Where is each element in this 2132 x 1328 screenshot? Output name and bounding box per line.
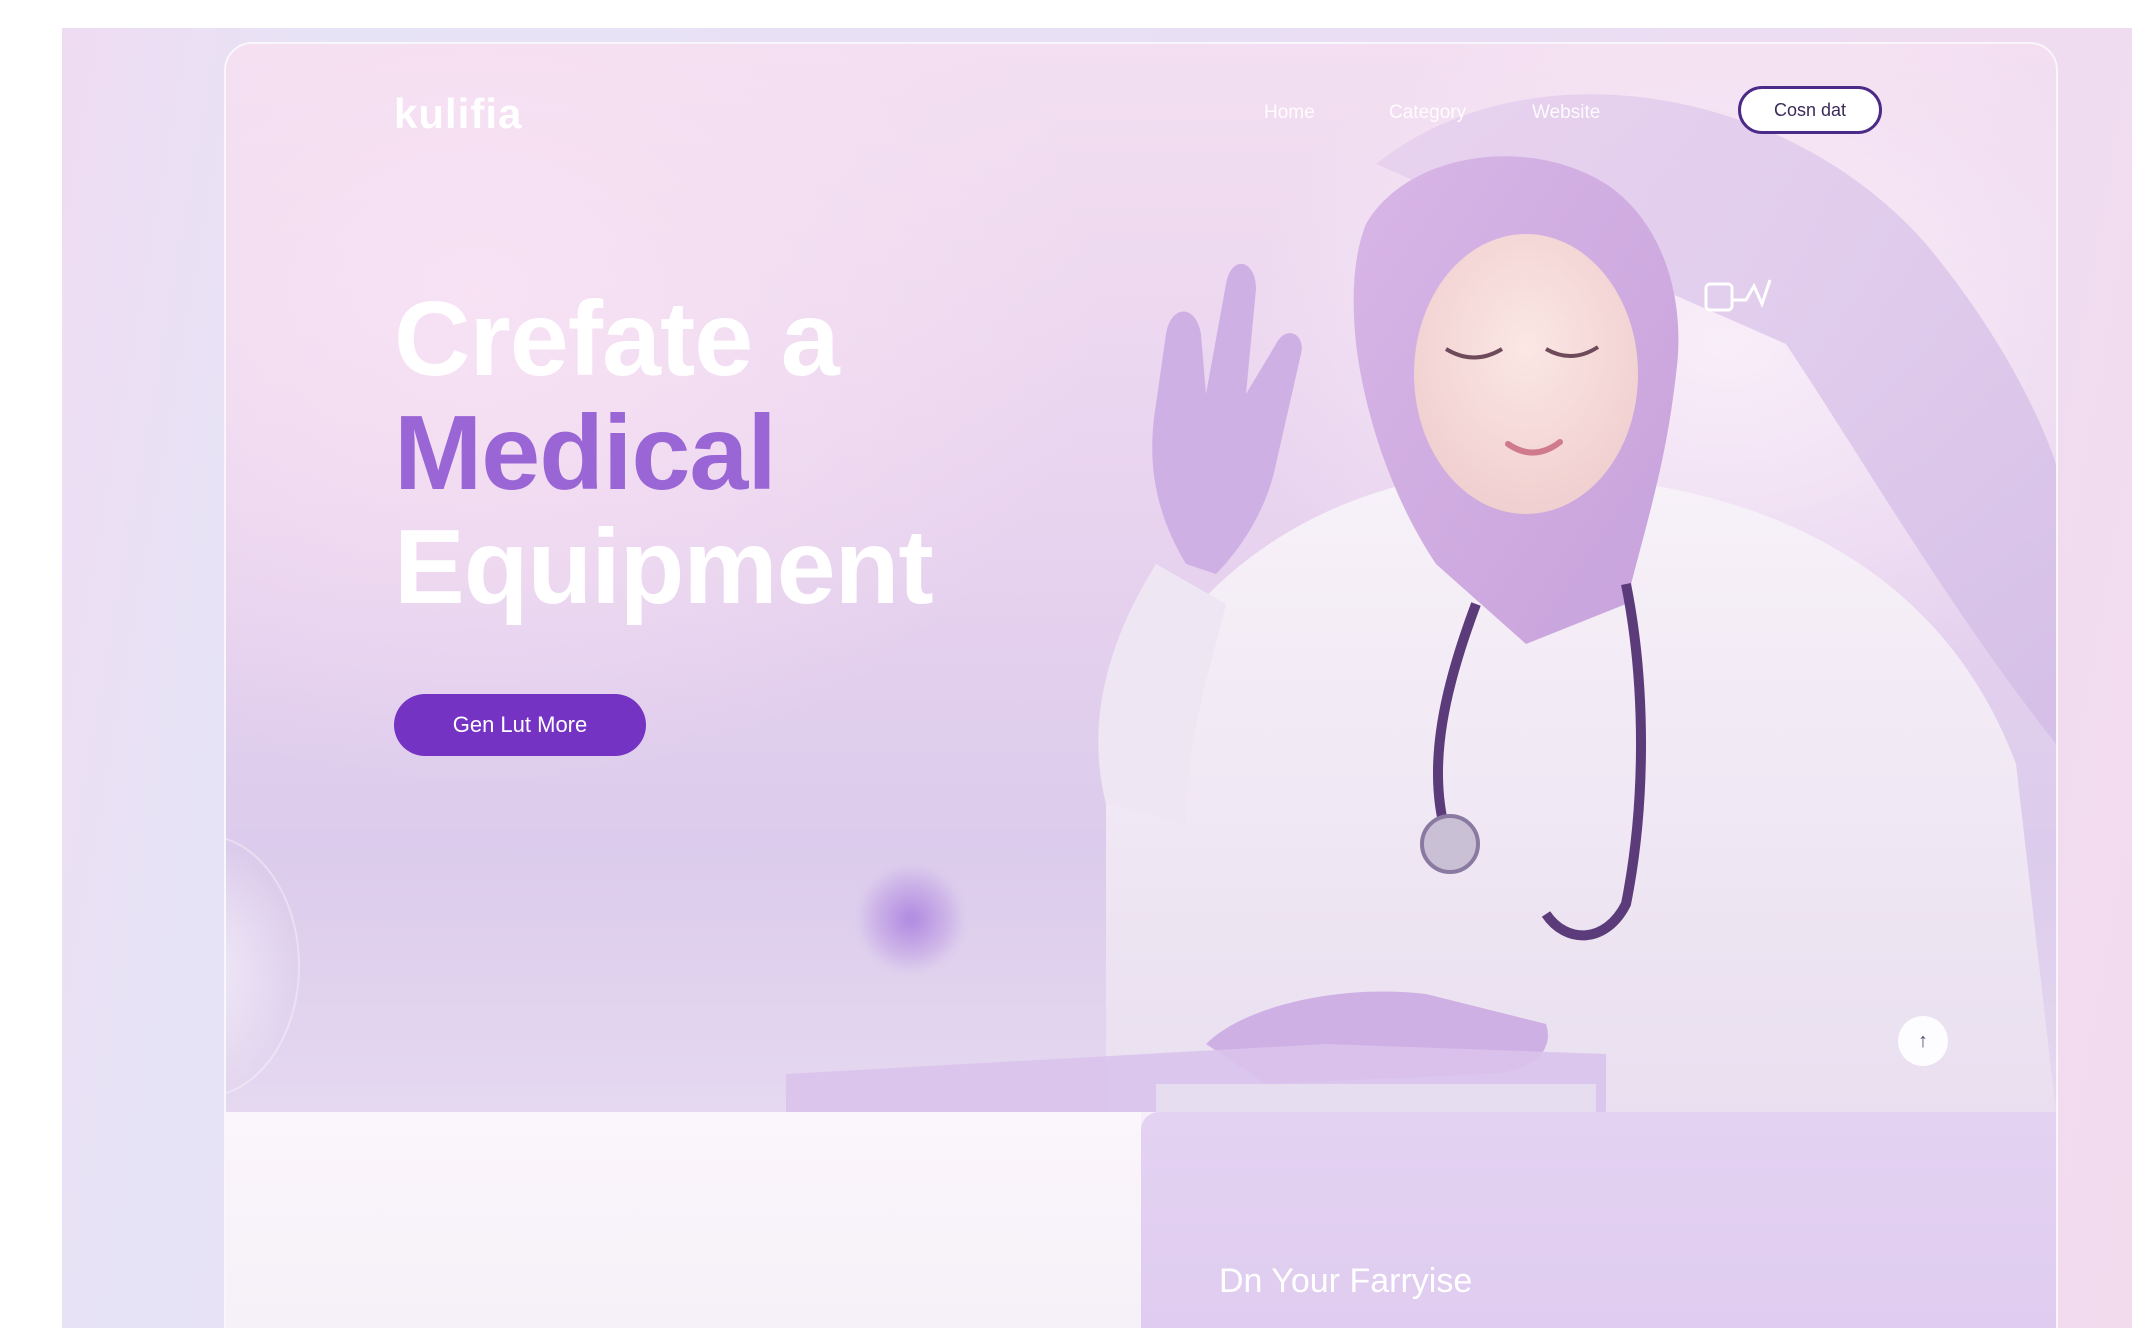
contact-button[interactable]: Cosn dat <box>1738 86 1882 134</box>
bottom-panel-left <box>226 1112 1141 1328</box>
headline-line-1: Crefate a <box>394 280 840 398</box>
headline-line-3: Equipment <box>394 508 934 626</box>
scroll-up-icon[interactable]: ↑ <box>1898 1016 1948 1066</box>
hero-section: kulifia Home Category Website Cosn dat C… <box>226 44 2056 1112</box>
nav-item-home[interactable]: Home <box>1264 102 1315 124</box>
bottom-panel-title: Dn Your Farryise <box>1219 1262 1473 1300</box>
nav-item-website[interactable]: Website <box>1532 102 1600 124</box>
pulse-icon <box>1704 279 1772 312</box>
headline-line-2: Medical <box>394 394 777 512</box>
nav-item-category[interactable]: Category <box>1389 102 1466 124</box>
landing-card: kulifia Home Category Website Cosn dat C… <box>226 44 2056 1328</box>
learn-more-button[interactable]: Gen Lut More <box>394 694 646 756</box>
hero-headline: Crefate a Medical Equipment <box>394 280 934 626</box>
brand-logo[interactable]: kulifia <box>394 90 522 138</box>
bottom-panel-right: Dn Your Farryise <box>1141 1112 2056 1328</box>
